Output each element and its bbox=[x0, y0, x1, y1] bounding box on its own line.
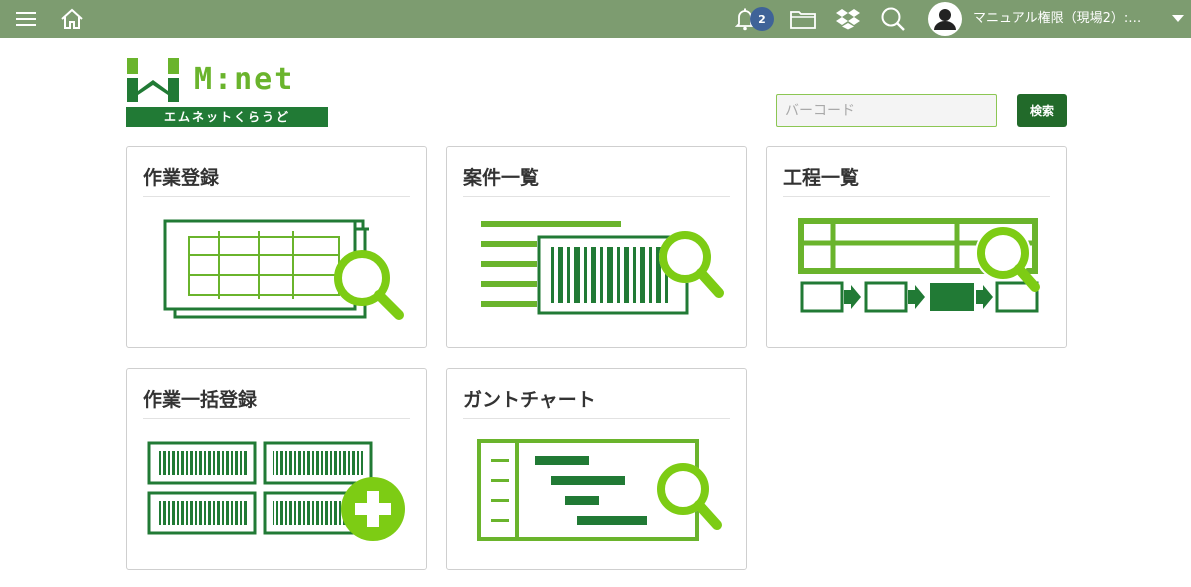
top-bar: 2 マニュアル権限（現場2）:… bbox=[0, 0, 1191, 38]
card-divider bbox=[463, 196, 730, 197]
barcode-input[interactable] bbox=[776, 94, 997, 127]
user-name-label[interactable]: マニュアル権限（現場2）:… bbox=[973, 0, 1155, 38]
card-divider bbox=[783, 196, 1050, 197]
hamburger-menu-icon[interactable] bbox=[12, 0, 40, 38]
search-icon[interactable] bbox=[878, 0, 908, 38]
home-icon[interactable] bbox=[58, 0, 86, 38]
work-register-icon bbox=[163, 219, 404, 320]
card-title: 作業登録 bbox=[143, 167, 220, 189]
card-process-list[interactable]: 工程一覧 bbox=[766, 146, 1067, 348]
user-avatar-icon[interactable] bbox=[927, 0, 963, 38]
dropbox-icon[interactable] bbox=[834, 0, 862, 38]
mnet-logo: M:net エムネットくらうど bbox=[126, 56, 328, 128]
card-divider bbox=[143, 418, 410, 419]
folder-icon[interactable] bbox=[788, 0, 818, 38]
search-button[interactable]: 検索 bbox=[1017, 94, 1067, 127]
card-work-register[interactable]: 作業登録 bbox=[126, 146, 427, 348]
card-divider bbox=[463, 418, 730, 419]
card-project-list[interactable]: 案件一覧 bbox=[446, 146, 747, 348]
card-title: ガントチャート bbox=[463, 389, 596, 411]
notification-count-badge[interactable]: 2 bbox=[750, 7, 774, 31]
process-list-icon bbox=[798, 218, 1040, 313]
card-title: 工程一覧 bbox=[783, 167, 860, 189]
logo-tagline: エムネットくらうど bbox=[126, 107, 328, 127]
gantt-chart-icon bbox=[477, 439, 722, 541]
logo-wordmark: M:net bbox=[194, 62, 295, 97]
card-divider bbox=[143, 196, 410, 197]
caret-down-icon[interactable] bbox=[1170, 0, 1186, 38]
bulk-register-icon bbox=[147, 441, 405, 541]
logo-mark-icon bbox=[127, 58, 179, 102]
card-title: 作業一括登録 bbox=[143, 389, 258, 411]
card-bulk-register[interactable]: 作業一括登録 bbox=[126, 368, 427, 570]
card-title: 案件一覧 bbox=[463, 167, 540, 189]
card-gantt-chart[interactable]: ガントチャート bbox=[446, 368, 747, 570]
project-list-icon bbox=[481, 221, 724, 315]
